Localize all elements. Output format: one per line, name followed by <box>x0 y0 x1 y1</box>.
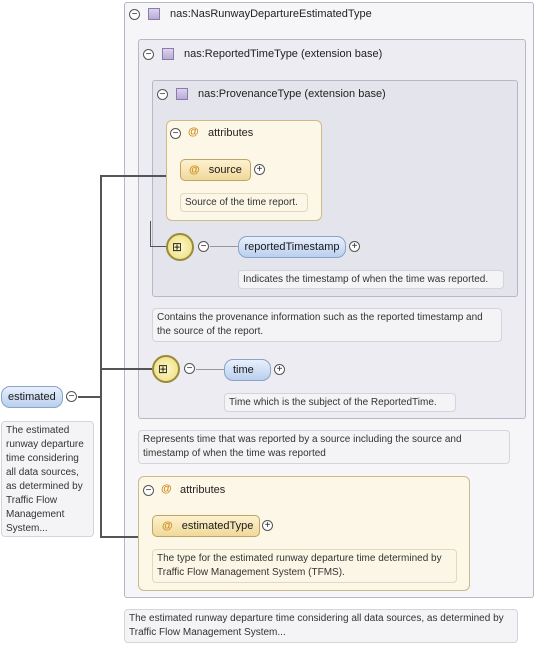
attribute-icon: @ <box>161 483 172 495</box>
reported-timestamp-note: Indicates the timestamp of when the time… <box>238 270 504 289</box>
attribute-icon: @ <box>162 520 173 532</box>
source-note: Source of the time report. <box>180 193 308 212</box>
reported-timestamp-element[interactable]: reportedTimestamp <box>238 236 346 258</box>
provenance-note: Contains the provenance information such… <box>152 308 502 342</box>
expand-source-button[interactable]: + <box>254 164 265 175</box>
collapse-provenance-button[interactable]: − <box>157 89 168 100</box>
root-type-title: nas:NasRunwayDepartureEstimatedType <box>170 8 372 20</box>
collapse-estimated-button[interactable]: − <box>66 391 77 402</box>
source-attribute[interactable]: @ source <box>180 159 251 181</box>
expand-time-button[interactable]: + <box>274 364 285 375</box>
collapse-sequence-button[interactable]: − <box>198 241 209 252</box>
estimated-type-note: The type for the estimated runway depart… <box>152 549 457 583</box>
estimated-note: The estimated runway departure time cons… <box>1 421 94 537</box>
estimated-type-attribute[interactable]: @ estimatedType <box>152 515 260 537</box>
attribute-icon: @ <box>188 126 199 138</box>
connector-line <box>78 396 100 398</box>
provenance-type-title: nas:ProvenanceType (extension base) <box>198 88 386 100</box>
connector-line <box>150 221 151 247</box>
reported-time-type-title: nas:ReportedTimeType (extension base) <box>184 48 383 60</box>
root-note: The estimated runway departure time cons… <box>124 609 518 643</box>
connector-line <box>100 175 102 537</box>
estimated-element[interactable]: estimated <box>1 386 63 408</box>
expand-estimated-type-button[interactable]: + <box>262 520 273 531</box>
estimated-type-label: estimatedType <box>181 520 254 532</box>
expand-reported-timestamp-button[interactable]: + <box>349 241 360 252</box>
time-note: Time which is the subject of the Reporte… <box>224 393 456 412</box>
attribute-icon: @ <box>189 164 200 176</box>
collapse-time-sequence-button[interactable]: − <box>184 363 195 374</box>
connector-line <box>100 175 166 177</box>
attributes-label: attributes <box>208 127 254 139</box>
time-element[interactable]: time <box>224 359 271 381</box>
connector-line <box>100 368 152 370</box>
source-label: source <box>208 164 242 176</box>
collapse-attributes-button[interactable]: − <box>170 128 181 139</box>
sequence-symbol-icon: ⊞ <box>172 240 183 254</box>
sequence-symbol-icon: ⊞ <box>158 362 169 376</box>
connector-line <box>100 536 138 538</box>
collapse-root-attributes-button[interactable]: − <box>143 485 154 496</box>
connector-line <box>210 246 238 247</box>
reported-time-note: Represents time that was reported by a s… <box>138 430 510 464</box>
connector-line <box>150 246 166 247</box>
complex-type-icon <box>148 8 160 20</box>
complex-type-icon <box>176 88 188 100</box>
connector-line <box>196 369 224 370</box>
collapse-reported-time-button[interactable]: − <box>143 49 154 60</box>
root-attributes-label: attributes <box>180 484 226 496</box>
complex-type-icon <box>162 48 174 60</box>
collapse-root-button[interactable]: − <box>129 9 140 20</box>
